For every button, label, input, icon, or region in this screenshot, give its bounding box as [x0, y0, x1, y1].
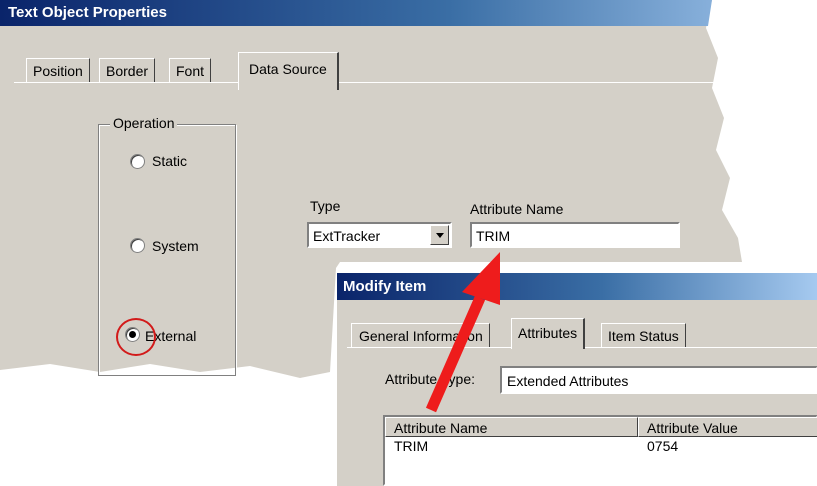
title-bar: Text Object Properties — [0, 0, 712, 26]
column-header-label: Attribute Name — [394, 420, 488, 436]
tab-label: Font — [176, 63, 205, 79]
tab-border[interactable]: Border — [99, 58, 156, 82]
tab-label: Position — [33, 63, 83, 79]
window-title: Modify Item — [343, 278, 427, 295]
cell-attribute-name: TRIM — [394, 438, 429, 454]
window-title: Text Object Properties — [8, 4, 167, 21]
attribute-type-dropdown[interactable]: Extended Attributes — [500, 366, 817, 394]
tab-label: Border — [106, 63, 149, 79]
title-bar: Modify Item — [337, 273, 817, 300]
attribute-name-value: TRIM — [476, 228, 511, 244]
tab-general-information[interactable]: General Information — [351, 323, 490, 348]
attributes-table[interactable]: Attribute Name Attribute Value TRIM 0754 — [383, 415, 817, 486]
chevron-down-icon — [436, 233, 444, 238]
type-dropdown-value: ExtTracker — [313, 228, 381, 244]
modify-item-window: Modify Item General Information Attribut… — [336, 272, 817, 486]
tab-position[interactable]: Position — [26, 58, 90, 82]
system-radio[interactable] — [130, 238, 145, 253]
tab-label: Item Status — [608, 328, 679, 344]
attribute-type-label: Attribute Type: — [385, 371, 476, 387]
type-label: Type — [310, 198, 341, 214]
tab-attributes[interactable]: Attributes — [511, 318, 586, 349]
attribute-name-label: Attribute Name — [470, 201, 564, 217]
cell-attribute-value: 0754 — [647, 438, 679, 454]
tab-label: Data Source — [249, 61, 327, 77]
attribute-type-value: Extended Attributes — [507, 373, 629, 389]
static-radio-label[interactable]: Static — [152, 153, 187, 169]
tab-data-source[interactable]: Data Source — [238, 52, 339, 90]
dropdown-button[interactable] — [430, 225, 449, 245]
tab-label: Attributes — [518, 325, 578, 341]
highlight-circle — [116, 318, 156, 356]
column-header-attribute-name[interactable]: Attribute Name — [385, 417, 638, 437]
system-radio-label[interactable]: System — [152, 238, 199, 254]
attribute-name-input[interactable]: TRIM — [470, 222, 680, 248]
tab-item-status[interactable]: Item Status — [601, 323, 686, 348]
tab-font[interactable]: Font — [169, 58, 212, 82]
tab-label: General Information — [359, 328, 483, 344]
static-radio[interactable] — [130, 154, 145, 169]
type-dropdown[interactable]: ExtTracker — [307, 222, 452, 248]
column-header-attribute-value[interactable]: Attribute Value — [638, 417, 817, 437]
tab-panel-border — [14, 82, 714, 83]
operation-group-label: Operation — [110, 115, 178, 131]
column-header-label: Attribute Value — [647, 420, 738, 436]
